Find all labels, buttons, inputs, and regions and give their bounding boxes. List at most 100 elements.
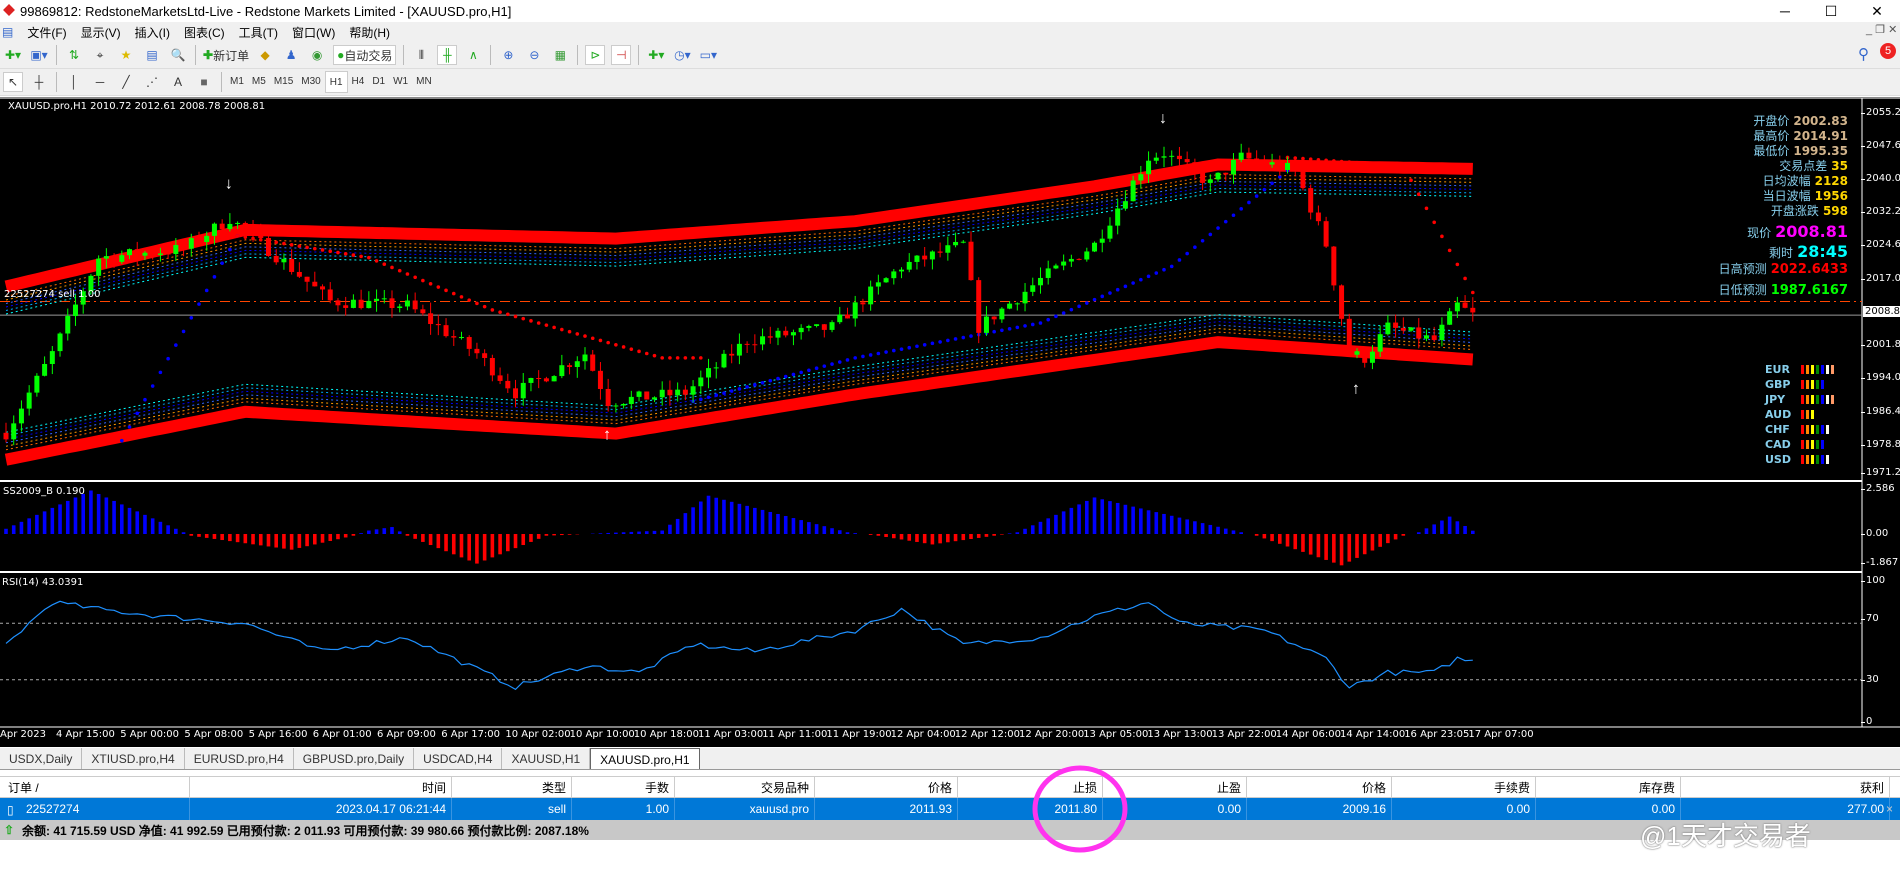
close-order-button[interactable]: × bbox=[1886, 802, 1893, 816]
chart-tab[interactable]: XTIUSD.pro,H4 bbox=[82, 748, 185, 769]
osc-bar bbox=[1440, 520, 1444, 534]
candle-body bbox=[914, 255, 920, 262]
chart-tab[interactable]: GBPUSD.pro,Daily bbox=[294, 748, 415, 769]
osc-bar bbox=[305, 534, 309, 547]
column-header[interactable]: 价格 bbox=[815, 777, 958, 797]
osc-bar bbox=[868, 534, 873, 535]
candle-body bbox=[829, 322, 835, 330]
candle-body bbox=[968, 241, 974, 281]
osc-bar bbox=[475, 534, 479, 564]
blue-trend-dot bbox=[1169, 264, 1174, 269]
candle-body bbox=[760, 336, 766, 345]
column-header[interactable]: 订单 / bbox=[0, 777, 190, 797]
candle-body bbox=[1200, 170, 1206, 183]
blue-trend-dot bbox=[1038, 321, 1043, 325]
candle-body bbox=[1462, 302, 1468, 308]
osc-bar bbox=[1278, 534, 1282, 544]
candle-body bbox=[868, 286, 874, 305]
candle-body bbox=[690, 386, 696, 395]
candle-body bbox=[667, 389, 673, 396]
candle-body bbox=[181, 244, 187, 249]
table-cell: sell bbox=[452, 798, 572, 820]
column-header[interactable]: 时间 bbox=[190, 777, 452, 797]
osc-bar bbox=[490, 534, 495, 558]
candle-body bbox=[1007, 303, 1013, 309]
blue-trend-dot bbox=[127, 425, 132, 429]
red-trend-dot bbox=[567, 329, 572, 334]
candle-body bbox=[1215, 172, 1221, 180]
time-axis-label: 16 Apr 23:05 bbox=[1404, 729, 1470, 740]
osc-bar bbox=[1347, 534, 1352, 562]
candle-body bbox=[196, 238, 202, 243]
currency-strength-row: CAD bbox=[1765, 437, 1826, 452]
red-trend-dot bbox=[1447, 248, 1452, 253]
osc-bar bbox=[251, 534, 255, 545]
osc-bar bbox=[1378, 534, 1382, 547]
chart-tab[interactable]: XAUUSD.pro,H1 bbox=[590, 748, 700, 769]
red-trend-dot bbox=[359, 254, 363, 259]
candle-body bbox=[1238, 152, 1244, 160]
balance-row: ⇧ 余额: 41 715.59 USD 净值: 41 992.59 已用预付款:… bbox=[0, 820, 1900, 840]
info-key: 开盘涨跌 bbox=[1770, 204, 1819, 218]
time-axis-label: 11 Apr 19:00 bbox=[826, 729, 892, 740]
chart-tab[interactable]: USDX,Daily bbox=[0, 748, 83, 769]
osc-bar bbox=[343, 534, 348, 538]
osc-bar bbox=[274, 534, 278, 548]
osc-bar bbox=[1223, 528, 1228, 534]
blue-trend-dot bbox=[1115, 287, 1120, 292]
chart-tab[interactable]: EURUSD.pro,H4 bbox=[185, 748, 294, 769]
candle-body bbox=[1107, 225, 1113, 239]
column-header[interactable]: 类型 bbox=[452, 777, 572, 797]
red-trend-dot bbox=[1416, 192, 1421, 197]
candle-body bbox=[960, 241, 966, 243]
chart-tab[interactable]: USDCAD,H4 bbox=[414, 748, 503, 769]
info-key: 日高预测 bbox=[1718, 262, 1767, 276]
info-value: 2128 bbox=[1814, 174, 1848, 188]
table-row[interactable]: 22527274 2023.04.17 06:21:44 sell 1.00 xauus… bbox=[0, 798, 1900, 820]
red-trend-dot bbox=[459, 295, 464, 299]
currency-name: USD bbox=[1765, 453, 1791, 466]
column-header[interactable]: 手数 bbox=[572, 777, 675, 797]
candle-body bbox=[227, 223, 233, 230]
osc-bar bbox=[436, 534, 441, 549]
time-axis-label: 13 Apr 05:00 bbox=[1083, 729, 1149, 740]
column-header[interactable]: 获利 bbox=[1681, 777, 1890, 797]
osc-bar bbox=[1146, 510, 1151, 534]
osc-bar bbox=[1123, 504, 1128, 534]
column-header[interactable]: 库存费 bbox=[1536, 777, 1681, 797]
osc-bar bbox=[1293, 534, 1298, 550]
candle-body bbox=[489, 357, 495, 376]
column-header[interactable]: 手续费 bbox=[1392, 777, 1536, 797]
column-header[interactable]: 交易品种 bbox=[675, 777, 815, 797]
blue-trend-dot bbox=[1200, 239, 1205, 243]
blue-trend-dot bbox=[822, 364, 827, 368]
blue-trend-dot bbox=[1007, 327, 1012, 331]
candle-body bbox=[65, 316, 71, 334]
red-trend-dot bbox=[1347, 160, 1352, 164]
strength-bars bbox=[1801, 410, 1816, 419]
watermark: @1天才交易者 bbox=[1640, 821, 1811, 851]
osc-bar bbox=[4, 528, 8, 534]
osc-bar bbox=[961, 534, 966, 541]
osc-bar bbox=[1030, 525, 1035, 534]
candle-body bbox=[18, 408, 24, 424]
osc-bar bbox=[158, 521, 163, 534]
osc-bar bbox=[11, 525, 16, 534]
blue-trend-dot bbox=[992, 329, 996, 334]
blue-trend-dot bbox=[845, 358, 850, 362]
red-trend-dot bbox=[1370, 162, 1375, 166]
column-header[interactable]: 价格 bbox=[1247, 777, 1392, 797]
chart-tab[interactable]: XAUUSD,H1 bbox=[502, 748, 591, 769]
red-trend-dot bbox=[544, 323, 549, 327]
red-trend-dot bbox=[1471, 290, 1475, 295]
blue-trend-dot bbox=[135, 411, 140, 416]
candle-body bbox=[1030, 285, 1036, 292]
candle-body bbox=[458, 337, 464, 339]
rsi-axis-label: 0 bbox=[1860, 716, 1873, 727]
osc-bar bbox=[853, 533, 857, 534]
candle-body bbox=[320, 286, 326, 290]
osc-bar bbox=[73, 497, 78, 534]
osc-bar bbox=[699, 501, 703, 534]
order-icon: ▯ bbox=[7, 803, 14, 817]
candle-body bbox=[582, 354, 588, 362]
